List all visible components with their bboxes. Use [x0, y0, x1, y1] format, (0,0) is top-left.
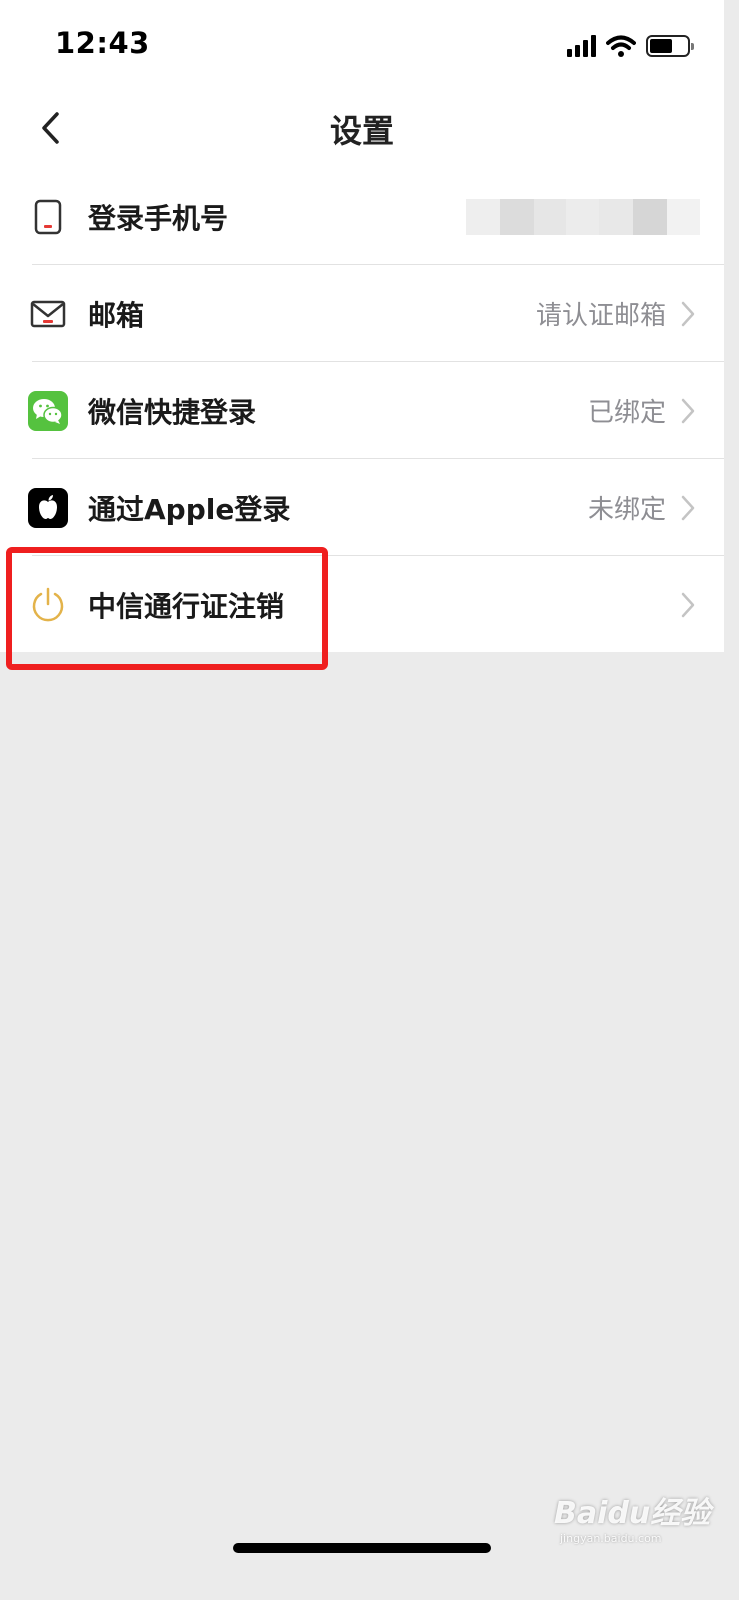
screen: 12:43 设置 登录手机号 邮箱 请认证邮箱 微信快捷登录 已绑定 通过App…: [0, 0, 724, 1600]
settings-row-phone[interactable]: 登录手机号: [0, 168, 724, 265]
chevron-right-icon: [681, 495, 695, 520]
mail-icon: [28, 294, 68, 334]
settings-row-label: 微信快捷登录: [88, 395, 257, 429]
masked-phone-number: [466, 198, 700, 235]
chevron-right-icon: [681, 592, 695, 617]
phone-icon: [28, 197, 68, 237]
baidu-watermark: Baidu经验 jingyan.baidu.com: [554, 1488, 724, 1548]
settings-row-wechat[interactable]: 微信快捷登录 已绑定: [0, 362, 724, 459]
settings-row-label: 邮箱: [88, 298, 145, 332]
cellular-signal-icon: [567, 35, 596, 57]
settings-row-label: 通过Apple登录: [88, 492, 291, 526]
watermark-main: Baidu经验: [554, 1496, 711, 1531]
status-time: 12:43: [55, 26, 150, 60]
wifi-icon: [606, 35, 636, 57]
chevron-right-icon: [681, 398, 695, 423]
settings-row-apple[interactable]: 通过Apple登录 未绑定: [0, 459, 724, 556]
home-indicator[interactable]: [233, 1543, 491, 1553]
page-title: 设置: [329, 112, 394, 150]
status-icons: [567, 32, 694, 60]
wechat-icon: [28, 390, 68, 431]
apple-icon: [28, 487, 68, 528]
settings-row-email[interactable]: 邮箱 请认证邮箱: [0, 265, 724, 362]
battery-icon: [646, 35, 694, 57]
settings-row-value: 未绑定: [587, 495, 666, 525]
settings-row-label: 登录手机号: [88, 201, 229, 235]
watermark-sub: jingyan.baidu.com: [560, 1532, 662, 1545]
settings-row-value: 已绑定: [587, 398, 666, 428]
settings-row-value: 请认证邮箱: [535, 301, 666, 331]
highlight-box: [6, 547, 328, 670]
chevron-right-icon: [681, 301, 695, 326]
